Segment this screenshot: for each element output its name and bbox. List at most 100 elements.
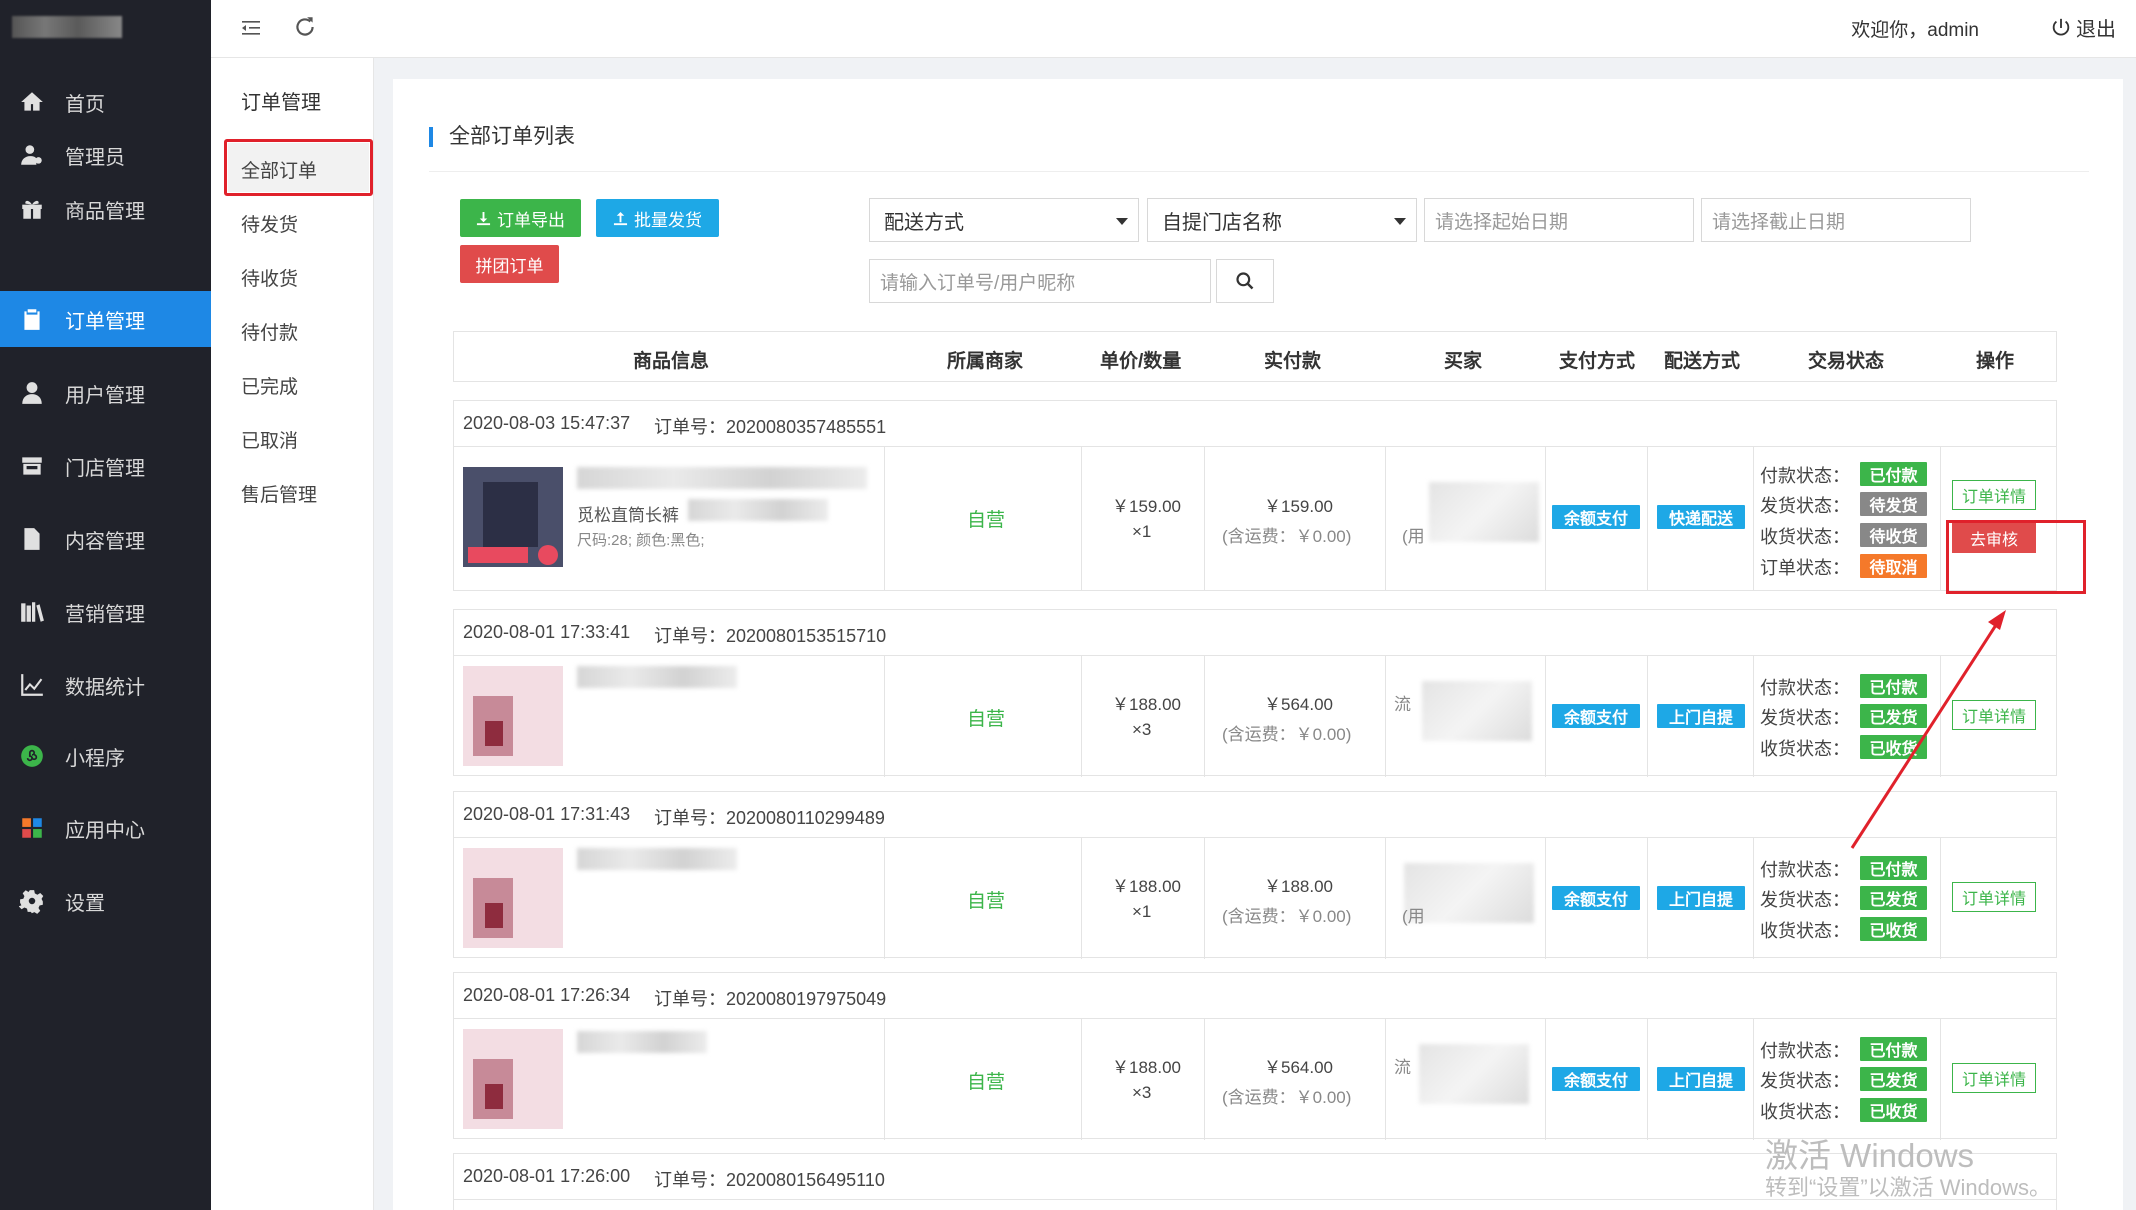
subnav-item-all-orders[interactable]: 全部订单	[241, 156, 317, 183]
quantity: ×3	[1132, 720, 1152, 739]
menu-fold-icon[interactable]	[239, 16, 263, 40]
title-divider	[429, 171, 2089, 172]
pay-method-badge: 余额支付	[1552, 505, 1640, 529]
subnav-item-after-sales[interactable]: 售后管理	[241, 480, 317, 507]
delivery-method-badge: 上门自提	[1657, 704, 1745, 728]
sidebar-item-goods[interactable]: 商品管理	[0, 181, 211, 237]
sidebar-item-stores[interactable]: 门店管理	[0, 438, 211, 494]
sidebar-item-label: 内容管理	[65, 530, 145, 553]
order-number-value: 2020080197975049	[726, 989, 887, 1009]
sidebar-item-settings[interactable]: 设置	[0, 873, 211, 929]
order-number-label: 订单号：	[654, 626, 726, 646]
sidebar-item-label: 小程序	[65, 747, 125, 770]
payment-status-badge: 已付款	[1860, 856, 1927, 880]
subnav-item-pending-shipment[interactable]: 待发货	[241, 210, 298, 237]
sidebar-item-home[interactable]: 首页	[0, 74, 211, 130]
order-detail-button[interactable]: 订单详情	[1952, 700, 2036, 730]
blurred-buyer	[1419, 1044, 1529, 1104]
sub-navigation: 订单管理 全部订单 待发货 待收货 待付款 已完成 已取消 售后管理	[211, 0, 374, 1210]
order-detail-button[interactable]: 订单详情	[1952, 480, 2036, 510]
product-name[interactable]: 觅松直筒长裤	[577, 501, 679, 526]
col-paid: 实付款	[1264, 351, 1322, 372]
delivery-method-badge: 上门自提	[1657, 1067, 1745, 1091]
logout-button[interactable]: 退出	[2050, 13, 2116, 42]
watermark-line1: 激活 Windows	[1765, 1137, 1975, 1174]
product-thumbnail[interactable]	[463, 1029, 563, 1129]
receipt-status-badge: 待收货	[1860, 523, 1927, 547]
sidebar-item-app-center[interactable]: 应用中心	[0, 800, 211, 856]
receipt-status-badge: 已收货	[1860, 1098, 1927, 1122]
subnav-item-pending-receipt[interactable]: 待收货	[241, 264, 298, 291]
app-logo	[12, 16, 122, 38]
subnav-item-cancelled[interactable]: 已取消	[241, 426, 298, 453]
batch-ship-label: 批量发货	[634, 210, 702, 230]
order-status-badge: 待取消	[1860, 554, 1927, 578]
sidebar-item-orders[interactable]: 订单管理	[0, 291, 211, 347]
paid-amount: ￥159.00	[1264, 497, 1333, 516]
refresh-icon[interactable]	[292, 14, 318, 40]
order-table-header: 商品信息 所属商家 单价/数量 实付款 买家 支付方式 配送方式 交易状态 操作	[453, 331, 2057, 382]
start-date-input[interactable]: 请选择起始日期	[1424, 198, 1694, 242]
product-thumbnail[interactable]	[463, 848, 563, 948]
sidebar-item-mini-program[interactable]: 小程序	[0, 728, 211, 784]
end-date-input[interactable]: 请选择截止日期	[1701, 198, 1971, 242]
sidebar-item-content[interactable]: 内容管理	[0, 511, 211, 567]
order-list-panel: 全部订单列表 订单导出 批量发货 拼团订单 配送方式 自提门店名称 请选择起始日…	[393, 79, 2123, 1210]
order-number-label: 订单号：	[654, 417, 726, 437]
quantity: ×1	[1132, 902, 1152, 921]
product-thumbnail[interactable]	[463, 666, 563, 766]
batch-ship-button[interactable]: 批量发货	[596, 199, 719, 237]
sidebar-item-marketing[interactable]: 营销管理	[0, 584, 211, 640]
order-time: 2020-08-01 17:31:43	[463, 804, 631, 824]
export-orders-button[interactable]: 订单导出	[460, 199, 581, 237]
pickup-store-select[interactable]: 自提门店名称	[1147, 198, 1417, 242]
admin-user-icon	[17, 142, 47, 168]
subnav-item-completed[interactable]: 已完成	[241, 372, 298, 399]
line-chart-icon	[17, 672, 47, 698]
col-pay-method: 支付方式	[1559, 351, 1636, 372]
shipping-status-badge: 已发货	[1860, 704, 1927, 728]
order-body: 觅松直筒长裤 尺码:28; 颜色:黑色; 自营 ￥159.00 ×1 ￥159.…	[454, 447, 2056, 590]
chevron-down-icon	[1116, 218, 1128, 225]
col-goods-info: 商品信息	[633, 351, 710, 372]
order-detail-button[interactable]: 订单详情	[1952, 1063, 2036, 1093]
blurred-product-title	[577, 666, 737, 688]
order-row: 2020-08-01 17:31:43 订单号：2020080110299489…	[453, 791, 2057, 959]
shipping-fee: (含运费：￥0.00)	[1222, 527, 1352, 546]
subnav-item-pending-payment[interactable]: 待付款	[241, 318, 298, 345]
pickup-store-value: 自提门店名称	[1162, 211, 1282, 234]
order-header: 2020-08-01 17:33:41 订单号：2020080153515710	[454, 610, 2056, 656]
logout-label: 退出	[2076, 19, 2116, 41]
group-order-button[interactable]: 拼团订单	[460, 245, 559, 283]
order-number: 订单号：2020080357485551	[654, 413, 886, 439]
payment-status-label: 付款状态：	[1760, 466, 1850, 486]
order-detail-button[interactable]: 订单详情	[1952, 882, 2036, 912]
order-search-input[interactable]: 请输入订单号/用户昵称	[869, 259, 1211, 303]
sidebar-item-statistics[interactable]: 数据统计	[0, 657, 211, 713]
unit-price: ￥188.00	[1112, 695, 1181, 714]
shipping-status-label: 发货状态：	[1760, 890, 1850, 910]
shipping-status-badge: 待发货	[1860, 492, 1927, 516]
search-button[interactable]	[1216, 259, 1274, 303]
order-time: 2020-08-01 17:33:41	[463, 622, 631, 642]
mini-program-icon	[17, 743, 47, 769]
shipping-status-label: 发货状态：	[1760, 1071, 1850, 1091]
sidebar-item-users[interactable]: 用户管理	[0, 365, 211, 421]
delivery-method-select[interactable]: 配送方式	[869, 198, 1139, 242]
document-icon	[17, 526, 47, 552]
buyer-name: (用	[1402, 527, 1425, 546]
col-actions: 操作	[1976, 351, 2015, 372]
gear-icon	[17, 888, 47, 914]
receipt-status-label: 收货状态：	[1760, 527, 1850, 547]
shipping-status-label: 发货状态：	[1760, 496, 1850, 516]
col-merchant: 所属商家	[947, 351, 1024, 372]
delivery-method-badge: 快递配送	[1657, 505, 1745, 529]
sidebar-item-admin[interactable]: 管理员	[0, 127, 211, 183]
sidebar-item-label: 营销管理	[65, 603, 145, 626]
order-number-value: 2020080156495110	[726, 1170, 885, 1190]
quantity: ×1	[1132, 522, 1152, 541]
highlight-box-audit	[1946, 520, 2086, 594]
product-thumbnail[interactable]	[463, 467, 563, 567]
sidebar-item-label: 订单管理	[65, 310, 145, 333]
shipping-fee: (含运费：￥0.00)	[1222, 725, 1352, 744]
